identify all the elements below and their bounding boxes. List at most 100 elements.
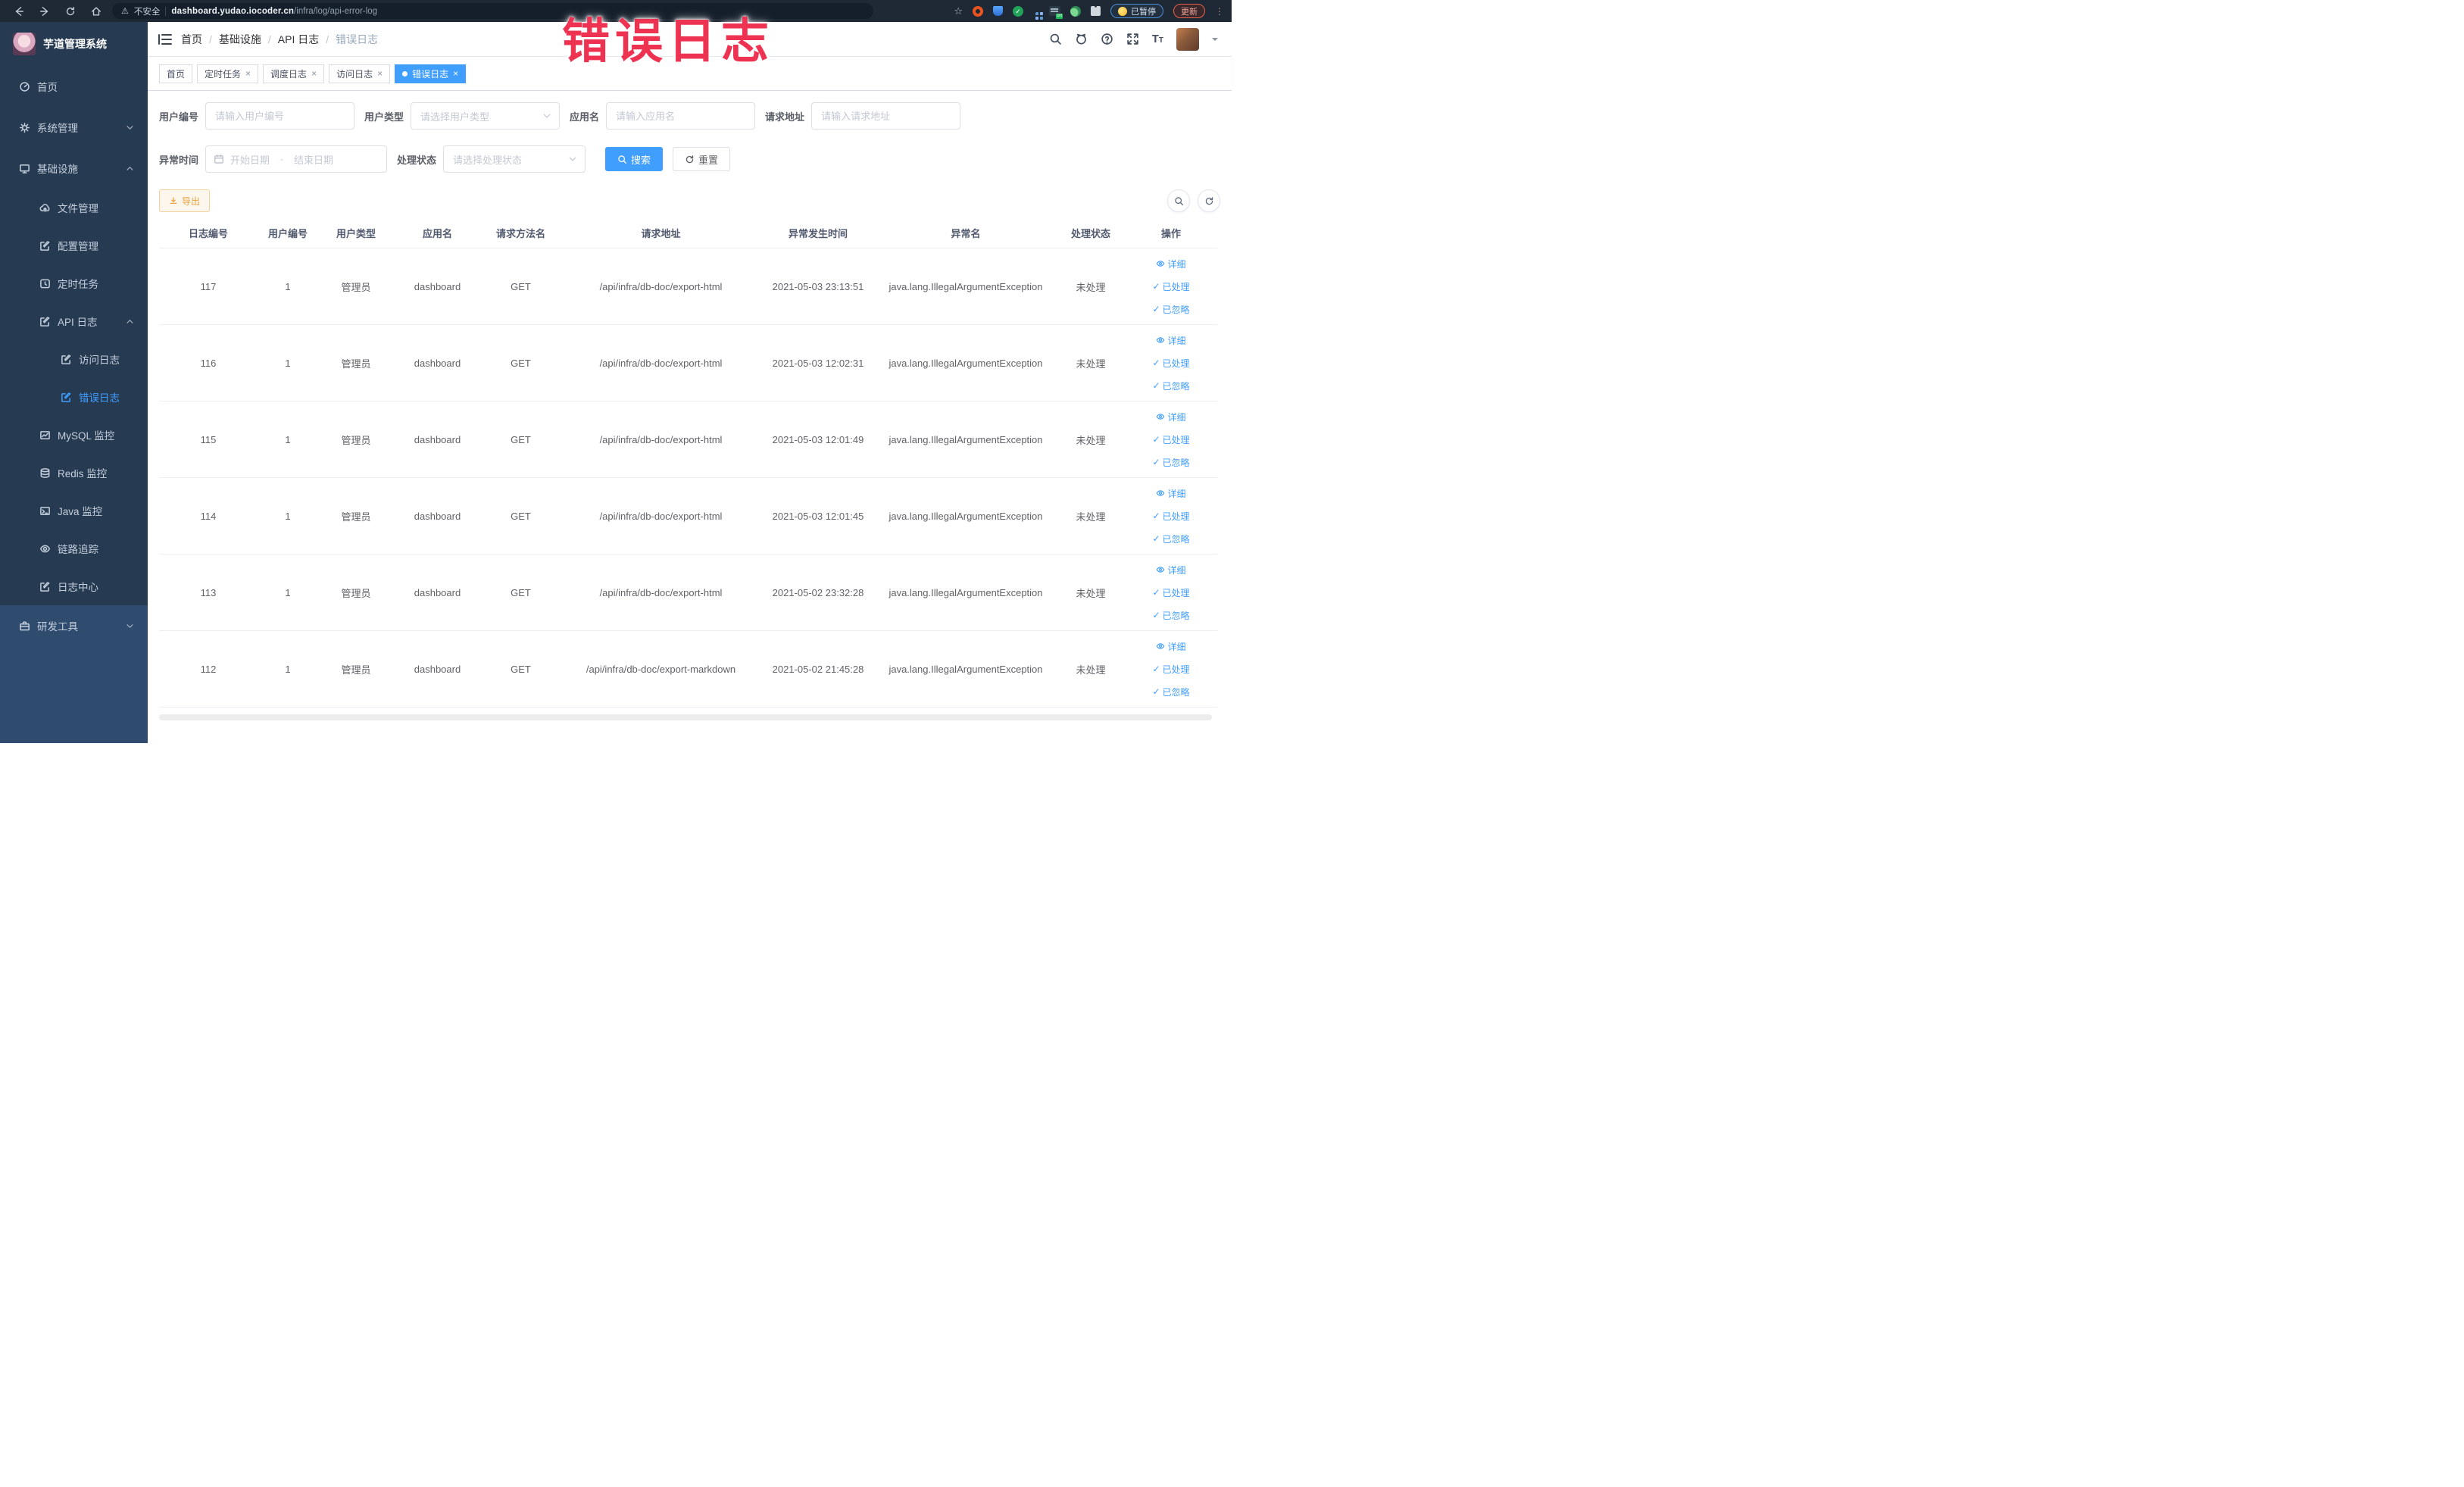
user-type-placeholder: 请选择用户类型 (420, 111, 490, 123)
close-icon[interactable]: × (377, 68, 383, 79)
fullscreen-icon[interactable] (1126, 33, 1139, 45)
extension-shield-icon[interactable] (993, 6, 1003, 16)
github-icon[interactable] (1075, 33, 1088, 45)
eye-icon (1157, 567, 1165, 573)
extensions-puzzle-icon[interactable] (1091, 6, 1101, 16)
detail-link[interactable]: 详细 (1156, 564, 1186, 576)
tab-schedule-log[interactable]: 调度日志 × (263, 64, 325, 83)
forward-icon[interactable] (39, 6, 50, 17)
tab-error-log[interactable]: 错误日志 × (395, 64, 467, 83)
avatar[interactable] (1176, 27, 1199, 51)
user-id-input[interactable] (205, 102, 355, 130)
home-icon[interactable] (91, 6, 101, 17)
security-warning-icon[interactable]: ⚠ (121, 6, 129, 16)
page-url[interactable]: dashboard.yudao.iocoder.cn/infra/log/api… (171, 7, 377, 16)
browser-menu-kebab-icon[interactable]: ⋮ (1215, 6, 1224, 17)
sidebar-item-system[interactable]: 系统管理 (0, 107, 148, 148)
detail-link[interactable]: 详细 (1156, 258, 1186, 270)
search-icon[interactable] (1049, 33, 1062, 45)
app-logo[interactable]: 芋道管理系统 (0, 22, 148, 66)
export-button[interactable]: 导出 (159, 189, 211, 212)
calendar-icon (214, 155, 223, 164)
bookmark-star-icon[interactable]: ☆ (954, 5, 963, 17)
breadcrumb-api-logs[interactable]: API 日志 (278, 32, 319, 47)
sidebar-item-infra[interactable]: 基础设施 (0, 148, 148, 189)
detail-link[interactable]: 详细 (1156, 411, 1186, 423)
mark-ignored-link[interactable]: ✓ 已忽略 (1152, 456, 1189, 469)
eye-icon (1157, 643, 1165, 649)
back-icon[interactable] (14, 6, 24, 17)
col-user-id: 用户编号 (267, 228, 308, 239)
font-size-icon[interactable]: TT (1152, 33, 1163, 45)
cell-app-name: dashboard (414, 510, 461, 522)
update-button[interactable]: 更新 (1173, 4, 1205, 18)
cell-exception-time: 2021-05-02 21:45:28 (772, 663, 864, 675)
extension-orange-icon[interactable] (973, 5, 983, 17)
sidebar-item-redis-monitor[interactable]: Redis 监控 (0, 454, 148, 492)
user-menu-caret-icon[interactable] (1212, 37, 1218, 44)
mark-ignored-link[interactable]: ✓ 已忽略 (1152, 380, 1189, 392)
reset-button[interactable]: 重置 (673, 147, 731, 171)
detail-link[interactable]: 详细 (1156, 334, 1186, 347)
browser-chrome: ⚠ 不安全 dashboard.yudao.iocoder.cn/infra/l… (0, 0, 1232, 22)
sidebar-item-access-log[interactable]: 访问日志 (0, 340, 148, 378)
mark-ignored-link[interactable]: ✓ 已忽略 (1152, 303, 1189, 316)
paused-badge[interactable]: 已暂停 (1110, 4, 1163, 18)
process-status-select[interactable]: 请选择处理状态 (443, 145, 586, 173)
check-icon: ✓ (1152, 304, 1160, 314)
address-bar[interactable]: ⚠ 不安全 dashboard.yudao.iocoder.cn/infra/l… (112, 3, 873, 19)
mark-processed-link[interactable]: ✓ 已处理 (1152, 510, 1189, 523)
extension-grid-icon[interactable] (1033, 10, 1036, 13)
tab-home[interactable]: 首页 (159, 64, 193, 83)
sidebar-item-api-logs[interactable]: API 日志 (0, 302, 148, 340)
search-button[interactable]: 搜索 (605, 147, 664, 171)
cell-exception-name: java.lang.IllegalArgumentException (888, 663, 1043, 675)
mark-processed-link[interactable]: ✓ 已处理 (1152, 280, 1189, 293)
detail-link[interactable]: 详细 (1156, 487, 1186, 500)
detail-link[interactable]: 详细 (1156, 640, 1186, 653)
date-range-picker[interactable]: 开始日期 - 结束日期 (205, 145, 388, 173)
mark-processed-link[interactable]: ✓ 已处理 (1152, 357, 1189, 370)
cell-log-id: 115 (200, 433, 217, 445)
help-icon[interactable] (1101, 33, 1113, 45)
tab-scheduled-tasks[interactable]: 定时任务 × (197, 64, 259, 83)
check-icon: ✓ (1152, 434, 1160, 445)
close-icon[interactable]: × (453, 68, 458, 79)
extension-leaf-icon[interactable] (1070, 5, 1081, 17)
sidebar-item-home[interactable]: 首页 (0, 66, 148, 107)
browser-nav (8, 6, 108, 17)
check-icon: ✓ (1152, 664, 1160, 674)
sidebar-item-file-management[interactable]: 文件管理 (0, 189, 148, 226)
sidebar-item-error-log[interactable]: 错误日志 (0, 378, 148, 416)
mark-processed-link[interactable]: ✓ 已处理 (1152, 586, 1189, 599)
reload-icon[interactable] (65, 6, 76, 17)
sidebar-item-dev-tools[interactable]: 研发工具 (0, 605, 148, 646)
sidebar-item-config-management[interactable]: 配置管理 (0, 226, 148, 264)
user-type-select[interactable]: 请选择用户类型 (411, 102, 561, 130)
collapse-sidebar-icon[interactable] (158, 33, 172, 45)
mark-ignored-link[interactable]: ✓ 已忽略 (1152, 686, 1189, 698)
sidebar-item-log-center[interactable]: 日志中心 (0, 567, 148, 605)
close-icon[interactable]: × (245, 68, 251, 79)
close-icon[interactable]: × (311, 68, 317, 79)
sidebar-item-mysql-monitor[interactable]: MySQL 监控 (0, 416, 148, 454)
refresh-table-button[interactable] (1198, 189, 1220, 212)
horizontal-scrollbar[interactable] (159, 714, 1212, 720)
sidebar-item-scheduled-tasks[interactable]: 定时任务 (0, 264, 148, 302)
app-name-input[interactable] (606, 102, 756, 130)
mark-processed-link[interactable]: ✓ 已处理 (1152, 663, 1189, 676)
breadcrumb-home[interactable]: 首页 (181, 32, 202, 47)
extension-check-icon[interactable]: ✓ (1013, 5, 1023, 17)
security-label[interactable]: 不安全 (134, 5, 161, 17)
request-url-input[interactable] (811, 102, 961, 130)
sidebar-item-tracing[interactable]: 链路追踪 (0, 530, 148, 567)
mark-ignored-link[interactable]: ✓ 已忽略 (1152, 533, 1189, 545)
mark-processed-link[interactable]: ✓ 已处理 (1152, 433, 1189, 446)
sidebar-item-java-monitor[interactable]: Java 监控 (0, 492, 148, 530)
cell-log-id: 116 (200, 357, 217, 369)
extension-on-badge-icon[interactable] (1049, 6, 1063, 19)
show-search-toggle-button[interactable] (1167, 189, 1190, 212)
breadcrumb-infra[interactable]: 基础设施 (219, 32, 261, 47)
mark-ignored-link[interactable]: ✓ 已忽略 (1152, 609, 1189, 622)
tab-access-log[interactable]: 访问日志 × (329, 64, 391, 83)
